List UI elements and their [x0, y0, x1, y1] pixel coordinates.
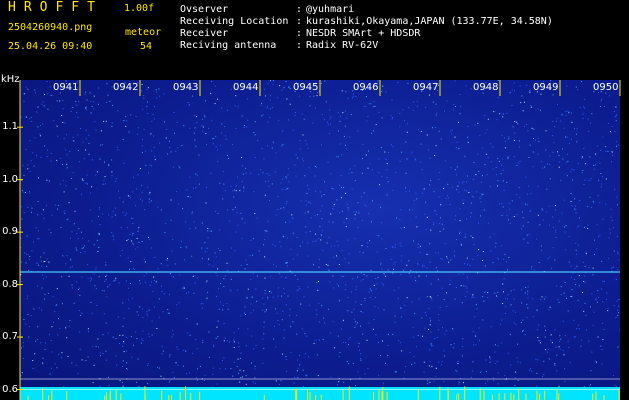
x-tick-label-4: 0945: [293, 82, 319, 93]
meteor-label: meteor: [125, 27, 162, 38]
antenna-separator: :: [296, 40, 303, 51]
header: HROFFT 1.00f 2504260940.png 25.04.26 09:…: [0, 0, 629, 75]
x-tick-label-9: 0950: [593, 82, 619, 93]
observer-separator: :: [296, 4, 303, 15]
y-tick-label-2: 0.9: [2, 226, 18, 238]
capture-datetime: 25.04.26 09:40: [8, 41, 93, 52]
frequency-unit-label: kHz: [1, 74, 20, 85]
observer-label: Ovserver: [180, 4, 229, 15]
app-version: 1.00f: [124, 3, 155, 14]
y-tick-label-4: 0.7: [2, 331, 18, 343]
receiver-separator: :: [296, 28, 303, 39]
y-tick-label-3: 0.8: [2, 278, 18, 290]
spectrogram-axes: [17, 80, 621, 400]
y-tick-label-5: 0.6: [2, 383, 18, 395]
y-tick-label-0: 1.1: [2, 121, 18, 133]
x-tick-label-0: 0941: [53, 82, 79, 93]
spectrogram: kHz 1.1 1.0 0.9 0.8 0.7 0.6 0941 0942 0943 0944 0…: [0, 74, 629, 400]
x-tick-label-5: 0946: [353, 82, 379, 93]
y-tick-label-1: 1.0: [2, 173, 18, 185]
antenna-label: Reciving antenna: [180, 40, 277, 51]
meteor-count: 54: [140, 41, 153, 52]
antenna-value: Radix RV-62V: [306, 40, 379, 51]
location-separator: :: [296, 16, 303, 27]
location-value: kurashiki,Okayama,JAPAN (133.77E, 34.58N…: [306, 16, 553, 27]
x-tick-label-2: 0943: [173, 82, 199, 93]
receiver-value: NESDR SMArt + HDSDR: [306, 28, 421, 39]
x-tick-label-1: 0942: [113, 82, 139, 93]
x-tick-label-6: 0947: [413, 82, 439, 93]
x-tick-label-8: 0949: [533, 82, 559, 93]
receiver-label: Receiver: [180, 28, 229, 39]
observer-value: @yuhmari: [306, 4, 355, 15]
location-label: Receiving Location: [180, 16, 289, 27]
app-title: HROFFT: [8, 0, 103, 15]
x-tick-label-3: 0944: [233, 82, 259, 93]
file-name: 2504260940.png: [8, 22, 93, 33]
x-tick-label-7: 0948: [473, 82, 499, 93]
